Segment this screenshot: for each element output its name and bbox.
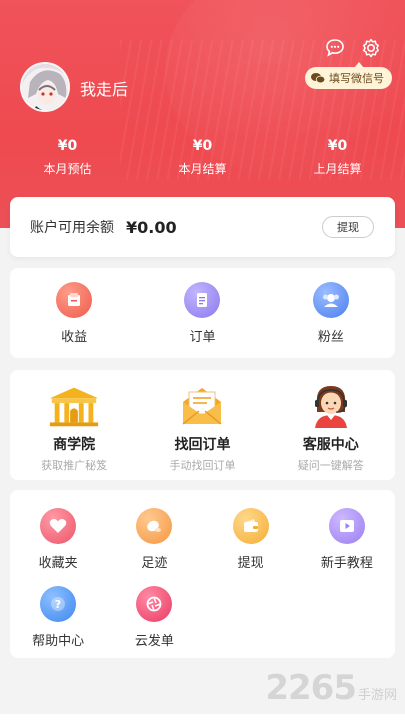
feature-title: 商学院 [53, 436, 96, 453]
feature-customer-service[interactable]: 客服中心 疑问一键解答 [267, 378, 395, 473]
tool-favorites[interactable]: 收藏夹 [10, 508, 106, 586]
feature-card: 商学院 获取推广秘笈 找回订单 手动找回订单 客服中心 疑问一键解答 [10, 370, 395, 480]
wechat-chip-label: 填写微信号 [329, 72, 384, 85]
feature-title: 找回订单 [174, 436, 231, 453]
stat-label: 本月结算 [178, 162, 227, 176]
heart-icon [40, 508, 77, 544]
settings-gear-icon[interactable] [359, 36, 383, 60]
footprint-icon [136, 508, 173, 544]
wallet-icon [232, 508, 269, 544]
income-icon [56, 281, 93, 318]
tools-card: 收藏夹 足迹 提现 新手教程 ? 帮助中心 云发单 [10, 490, 395, 658]
tool-label: 收藏夹 [38, 556, 78, 571]
quick-item-label: 订单 [189, 329, 216, 345]
order-icon [184, 281, 221, 318]
mail-icon [174, 378, 230, 428]
shutter-icon [136, 586, 173, 622]
balance-amount: ¥0.00 [126, 217, 177, 237]
withdraw-button[interactable]: 提现 [322, 216, 374, 238]
tool-cloud-post[interactable]: 云发单 [106, 586, 202, 664]
feature-subtitle: 获取推广秘笈 [41, 458, 108, 472]
svg-text:?: ? [55, 598, 61, 611]
wechat-icon [311, 73, 325, 84]
support-agent-icon [303, 378, 359, 428]
header-actions [323, 36, 383, 60]
watermark-text: 手游网 [357, 687, 397, 703]
quick-entry-card: 收益 订单 粉丝 [10, 268, 395, 358]
site-watermark: 2265 手游网 [265, 668, 397, 708]
fill-wechat-chip[interactable]: 填写微信号 [305, 62, 392, 89]
message-icon[interactable] [323, 36, 347, 60]
academy-icon [46, 378, 102, 428]
help-icon: ? [40, 586, 77, 622]
user-nickname: 我走后 [80, 80, 129, 99]
feature-title: 客服中心 [302, 436, 359, 453]
quick-item-fans[interactable]: 粉丝 [267, 281, 395, 345]
play-icon [328, 508, 365, 544]
my-account-screen: 填写微信号 我走后 ¥0 本月预估 ¥0 本月结算 ¥0 上月结算 账户可用余额… [0, 0, 405, 720]
stat-value: ¥0 [192, 138, 213, 154]
feature-subtitle: 手动找回订单 [169, 458, 236, 472]
stat-last-month-settled[interactable]: ¥0 上月结算 [270, 136, 405, 178]
quick-item-label: 收益 [61, 329, 88, 345]
quick-item-income[interactable]: 收益 [10, 281, 138, 345]
profile-header: 填写微信号 我走后 ¥0 本月预估 ¥0 本月结算 ¥0 上月结算 [0, 0, 405, 228]
feature-subtitle: 疑问一键解答 [297, 458, 364, 472]
avatar[interactable] [20, 62, 70, 112]
tool-withdraw[interactable]: 提现 [203, 508, 299, 586]
balance-card: 账户可用余额 ¥0.00 提现 [10, 197, 395, 257]
tool-help-center[interactable]: ? 帮助中心 [10, 586, 106, 664]
stat-value: ¥0 [327, 138, 348, 154]
fans-icon [312, 281, 349, 318]
feature-academy[interactable]: 商学院 获取推广秘笈 [10, 378, 138, 473]
stat-month-estimate[interactable]: ¥0 本月预估 [0, 136, 135, 178]
stat-value: ¥0 [57, 138, 78, 154]
tool-label: 帮助中心 [32, 634, 85, 649]
quick-item-orders[interactable]: 订单 [138, 281, 266, 345]
feature-find-order[interactable]: 找回订单 手动找回订单 [138, 378, 266, 473]
stat-label: 上月结算 [313, 162, 362, 176]
tool-label: 足迹 [141, 556, 168, 571]
tool-label: 云发单 [134, 634, 174, 649]
earnings-stats: ¥0 本月预估 ¥0 本月结算 ¥0 上月结算 [0, 136, 405, 178]
stat-month-settled[interactable]: ¥0 本月结算 [135, 136, 270, 178]
tool-tutorial[interactable]: 新手教程 [299, 508, 395, 586]
tool-label: 提现 [237, 556, 264, 571]
balance-label: 账户可用余额 [30, 220, 114, 236]
watermark-number: 2265 [265, 668, 357, 708]
tool-label: 新手教程 [320, 556, 373, 571]
bottom-nav-edge [0, 714, 405, 720]
quick-item-label: 粉丝 [317, 329, 344, 345]
tool-footprint[interactable]: 足迹 [106, 508, 202, 586]
stat-label: 本月预估 [43, 162, 92, 176]
